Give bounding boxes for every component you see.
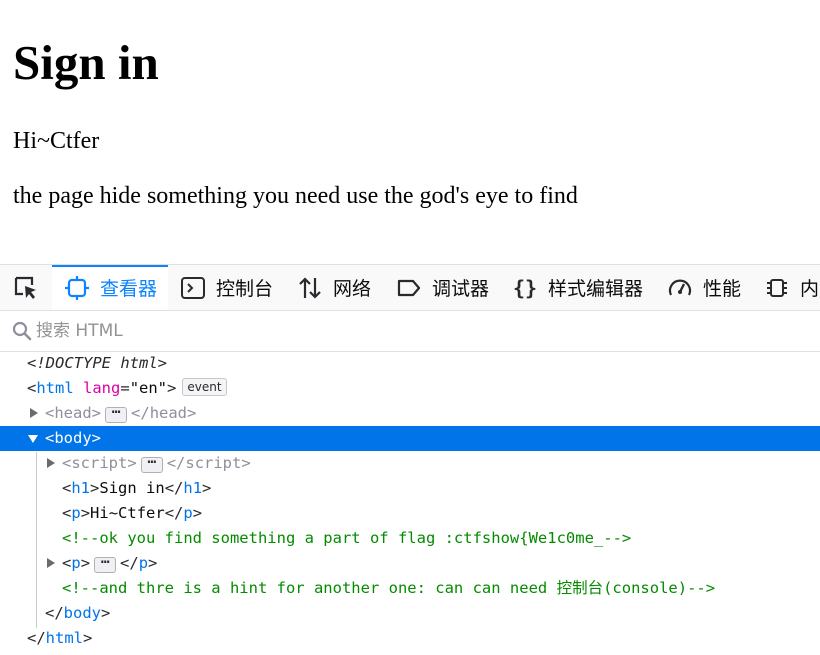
p-text-content: Hi~Ctfer [90,504,165,522]
tab-console[interactable]: 控制台 [168,265,273,310]
tab-style-editor-label: 样式编辑器 [548,278,644,300]
p-tag-name: p [71,504,81,522]
script-ellipsis-button[interactable]: ⋯ [140,455,163,473]
p-collapsed-node-text: <p> ⋯ </p> [62,554,158,573]
html-open-tag: <html lang="en"> event [27,376,227,401]
collapse-arrow-icon[interactable] [28,435,38,443]
greeting-text: Hi~Ctfer [13,128,100,154]
tree-node-p-collapsed[interactable]: <p> ⋯ </p> [0,551,820,576]
performance-icon [668,279,692,295]
inspector-icon [65,275,89,300]
head-close-tag-name: head [149,404,188,422]
tab-memory-label: 内 [800,278,820,300]
lang-attr-value: "en" [129,379,168,397]
tab-inspector[interactable]: 查看器 [52,265,168,310]
p-node-text: <p>Hi~Ctfer</p> [62,504,203,522]
event-badge[interactable]: event [182,378,227,396]
p2-close-tag-name: p [138,554,149,572]
tree-node-p[interactable]: <p>Hi~Ctfer</p> [0,501,820,526]
tree-node-comment-flag[interactable]: <!--ok you find something a part of flag… [0,526,820,551]
hint-comment-text: <!--and thre is a hint for another one: … [62,579,716,597]
tree-node-html-close[interactable]: </html> [0,626,820,651]
head-tag-name: head [54,404,92,422]
html-search-bar [0,311,820,352]
expand-arrow-icon[interactable] [47,558,55,568]
expand-arrow-icon[interactable] [30,408,38,418]
hint-text: the page hide something you need use the… [13,183,578,209]
tree-node-body-close[interactable]: </body> [0,601,820,626]
tree-node-html[interactable]: <html lang="en"> event [0,376,820,401]
script-tag-name: script [71,454,128,472]
memory-icon [767,278,787,297]
tab-performance[interactable]: 性能 [655,265,741,310]
body-close-tag: </body> [45,604,111,622]
tree-node-doctype[interactable]: <!DOCTYPE html> [0,351,820,376]
body-open-tag: <body> [45,429,102,447]
tab-style-editor[interactable]: {} 样式编辑器 [500,265,643,310]
h1-node-text: <h1>Sign in</h1> [62,479,212,497]
tab-network-label: 网络 [333,278,372,300]
p-close-tag-name: p [183,504,193,522]
script-close-tag-name: script [185,454,242,472]
svg-text:{}: {} [513,276,537,300]
tab-network[interactable]: 网络 [285,265,371,310]
debugger-icon [397,279,421,296]
p2-tag-name: p [71,554,81,572]
network-icon [299,276,321,299]
body-close-tag-name: body [63,604,101,622]
body-tag-name: body [54,429,92,447]
expand-arrow-icon[interactable] [47,458,55,468]
h1-close-tag-name: h1 [183,479,203,497]
tab-debugger[interactable]: 调试器 [384,265,489,310]
devtools-toolbar: 查看器 控制台 网络 调试器 {} 样式编辑器 性能 内 [0,265,820,311]
script-node-text: <script> ⋯ </script> [62,454,251,473]
html-close-tag-name: html [45,629,83,647]
html-search-input[interactable] [36,321,736,341]
head-node-text: <head> ⋯ </head> [45,404,197,423]
html-close-tag: </html> [27,629,93,647]
console-icon [181,276,205,299]
tree-node-head[interactable]: <head> ⋯ </head> [0,401,820,426]
head-ellipsis-button[interactable]: ⋯ [105,405,128,423]
lang-attr-name: lang [83,379,121,397]
style-editor-icon: {} [513,276,537,300]
doctype-text: <!DOCTYPE html> [27,354,167,372]
tree-node-h1[interactable]: <h1>Sign in</h1> [0,476,820,501]
markup-tree: <!DOCTYPE html> <html lang="en"> event <h… [0,351,820,655]
tab-console-label: 控制台 [216,278,274,300]
page-title: Sign in [13,35,159,90]
page-content: Sign in Hi~Ctfer the page hide something… [0,0,820,264]
p-ellipsis-button[interactable]: ⋯ [94,555,117,573]
flag-comment-text: <!--ok you find something a part of flag… [62,529,632,547]
tree-node-body[interactable]: <body> [0,426,820,451]
search-icon [12,321,32,341]
h1-tag-name: h1 [71,479,91,497]
tab-debugger-label: 调试器 [432,278,490,300]
element-picker-icon [14,276,36,299]
html-tag-name: html [36,379,74,397]
tab-memory[interactable]: 内 [752,265,819,310]
element-picker-button[interactable] [0,265,52,310]
tab-performance-label: 性能 [703,278,742,300]
tab-inspector-label: 查看器 [100,278,158,300]
tree-node-comment-hint[interactable]: <!--and thre is a hint for another one: … [0,576,820,601]
tree-node-script[interactable]: <script> ⋯ </script> [0,451,820,476]
devtools-panel: 查看器 控制台 网络 调试器 {} 样式编辑器 性能 内 搜索 HTML <!D… [0,264,820,655]
h1-text-content: Sign in [99,479,165,497]
